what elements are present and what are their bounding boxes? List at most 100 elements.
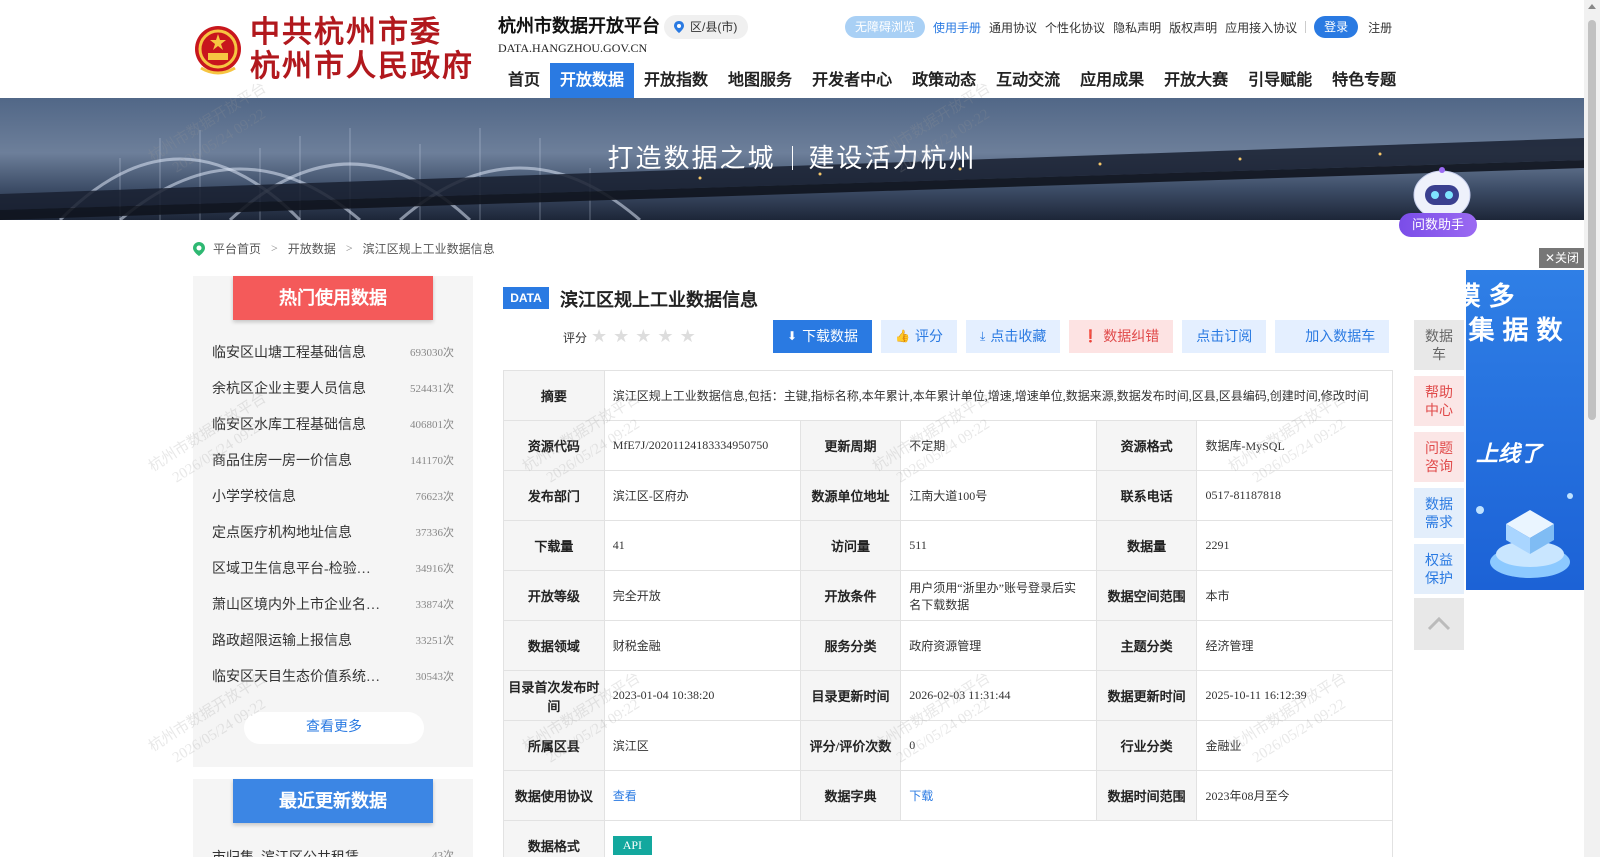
list-item[interactable]: 商品住房一房一价信息 141170次 [212,442,454,478]
field-value: 金融业 [1196,720,1393,771]
nav-applications[interactable]: 应用成果 [1070,63,1154,98]
field-key: 资源格式 [1095,420,1198,471]
breadcrumb-home[interactable]: 平台首页 [213,240,261,257]
list-item[interactable]: 余杭区企业主要人员信息 524431次 [212,370,454,406]
link-privacy[interactable]: 隐私声明 [1113,19,1161,36]
promo-banner[interactable]: 多模态 数据集 上线了 [1466,270,1586,590]
platform-title[interactable]: 杭州市数据开放平台 [498,12,660,38]
report-error-label: 数据纠错 [1103,328,1160,344]
recent-item-name[interactable]: 市归集_滨江区公共租赁… [212,847,373,857]
nav-empower[interactable]: 引导赋能 [1238,63,1322,98]
side-tab-rights[interactable]: 权益保护 [1414,544,1464,594]
favorite-button[interactable]: ⤓ 点击收藏 [966,320,1061,353]
hot-item-count: 76623次 [415,491,455,503]
list-item[interactable]: 临安区水库工程基础信息 406801次 [212,406,454,442]
hot-item-name[interactable]: 定点医疗机构地址信息 [212,522,352,542]
api-format-badge[interactable]: API [612,836,653,855]
field-value: 政府资源管理 [900,620,1097,671]
hot-item-name[interactable]: 余杭区企业主要人员信息 [212,378,366,398]
hot-item-name[interactable]: 临安区山塘工程基础信息 [212,342,366,362]
field-value: 511 [900,520,1097,571]
download-icon: ⬇ [787,329,798,343]
side-tab-data-demand[interactable]: 数据需求 [1414,488,1464,538]
agreement-view-link[interactable]: 查看 [613,789,637,803]
nav-special[interactable]: 特色专题 [1322,63,1406,98]
add-cart-label: 加入数据车 [1305,328,1376,344]
list-item[interactable]: 萧山区境内外上市企业名… 33874次 [212,586,454,622]
list-item[interactable]: 市归集_滨江区公共租赁… 43次 [212,847,454,857]
list-item[interactable]: 临安区天目生态价值系统… 30543次 [212,658,454,694]
hot-item-name[interactable]: 临安区天目生态价值系统… [212,666,380,686]
login-button[interactable]: 登录 [1314,16,1359,38]
register-link[interactable]: 注册 [1368,19,1392,36]
hot-item-count: 33251次 [415,635,455,647]
field-key: 数据字典 [799,770,902,821]
hot-item-count: 406801次 [410,419,454,431]
assistant-label[interactable]: 问数助手 [1399,213,1477,237]
star-icon[interactable]: ★ [613,326,629,347]
field-key: 数据使用协议 [503,770,605,821]
nav-policy[interactable]: 政策动态 [902,63,986,98]
scroll-up-arrow-icon[interactable] [1588,4,1596,9]
star-icon[interactable]: ★ [680,326,696,347]
link-user-manual[interactable]: 使用手册 [933,19,981,36]
list-item[interactable]: 路政超限运输上报信息 33251次 [212,622,454,658]
thumbs-up-icon: 👍 [895,329,911,343]
alert-icon: ❗ [1083,329,1099,343]
dictionary-download-link[interactable]: 下载 [909,789,933,803]
nav-home[interactable]: 首页 [498,63,550,98]
add-to-cart-button[interactable]: 加入数据车 [1275,320,1390,353]
view-more-button[interactable]: 查看更多 [244,712,424,744]
data-tag-badge: DATA [503,287,549,309]
page-scrollbar[interactable] [1584,0,1600,857]
field-key: 行业分类 [1095,720,1198,771]
field-key: 所属区县 [503,720,605,771]
report-error-button[interactable]: ❗ 数据纠错 [1069,320,1174,353]
field-value: 0 [900,720,1097,771]
star-icon[interactable]: ★ [591,326,607,347]
hot-item-name[interactable]: 路政超限运输上报信息 [212,630,352,650]
scrollbar-thumb[interactable] [1588,20,1596,420]
subscribe-button[interactable]: 点击订阅 [1182,320,1267,353]
hot-item-name[interactable]: 区域卫生信息平台-检验… [212,558,371,578]
rate-label: 评分 [915,328,944,344]
list-item[interactable]: 小学学校信息 76623次 [212,478,454,514]
close-ad-button[interactable]: ✕关闭 [1539,248,1585,268]
star-icon[interactable]: ★ [635,326,651,347]
hot-item-name[interactable]: 小学学校信息 [212,486,296,506]
nav-map-service[interactable]: 地图服务 [718,63,802,98]
side-tab-data-cart[interactable]: 数据车 [1414,320,1464,370]
side-tab-help[interactable]: 帮助中心 [1414,376,1464,426]
field-key: 主题分类 [1095,620,1198,671]
link-general-agreement[interactable]: 通用协议 [989,19,1037,36]
link-personal-agreement[interactable]: 个性化协议 [1045,19,1105,36]
download-data-button[interactable]: ⬇ 下载数据 [773,320,873,353]
location-pin-icon [674,21,684,33]
nav-interaction[interactable]: 互动交流 [986,63,1070,98]
accessibility-button[interactable]: 无障碍浏览 [845,16,926,38]
hot-data-title: 热门使用数据 [233,276,433,320]
list-item[interactable]: 区域卫生信息平台-检验… 34916次 [212,550,454,586]
nav-contest[interactable]: 开放大赛 [1154,63,1238,98]
link-copyright[interactable]: 版权声明 [1169,19,1217,36]
nav-open-data[interactable]: 开放数据 [550,63,635,98]
rate-button[interactable]: 👍 评分 [881,320,958,353]
star-icon[interactable]: ★ [657,326,673,347]
star-rating[interactable]: ★ ★ ★ ★ ★ [591,326,702,347]
hot-item-name[interactable]: 萧山区境内外上市企业名… [212,594,380,614]
breadcrumb-open-data[interactable]: 开放数据 [288,240,336,257]
link-app-agreement[interactable]: 应用接入协议 [1225,19,1297,36]
hot-item-name[interactable]: 商品住房一房一价信息 [212,450,352,470]
field-key: 开放条件 [799,570,902,621]
nav-open-index[interactable]: 开放指数 [634,63,718,98]
nav-developer[interactable]: 开发者中心 [802,63,902,98]
field-value: MfE7J/20201124183334950750 [603,420,801,471]
area-selector[interactable]: 区/县(市) [664,15,748,39]
side-tab-questions[interactable]: 问题咨询 [1414,432,1464,482]
back-to-top-button[interactable] [1414,598,1464,650]
list-item[interactable]: 定点医疗机构地址信息 37336次 [212,514,454,550]
field-value: 滨江区 [603,720,801,771]
hot-item-name[interactable]: 临安区水库工程基础信息 [212,414,366,434]
list-item[interactable]: 临安区山塘工程基础信息 693030次 [212,334,454,370]
table-row: 发布部门 滨江区-区府办 数源单位地址 江南大道100号 联系电话 0517-8118… [503,470,1393,521]
